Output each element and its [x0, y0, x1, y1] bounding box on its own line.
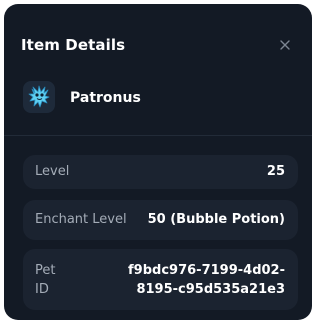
pet-id-row: Pet ID f9bdc976-7199-4d02-8195-c95d535a2… — [23, 249, 298, 310]
pet-id-label: Pet ID — [35, 263, 56, 297]
enchant-level-label: Enchant Level — [35, 212, 127, 227]
pet-id-value: f9bdc976-7199-4d02-8195-c95d535a21e3 — [128, 263, 285, 297]
enchant-level-row: Enchant Level 50 (Bubble Potion) — [23, 200, 298, 240]
section-divider — [4, 135, 312, 136]
patronus-pet-icon — [23, 81, 55, 113]
dialog-title: Item Details — [21, 36, 126, 54]
item-details-dialog: Item Details Patronus Level 25 Enchant L… — [4, 4, 312, 320]
level-row: Level 25 — [23, 155, 298, 189]
level-value: 25 — [266, 164, 285, 179]
level-label: Level — [35, 164, 70, 179]
pet-name: Patronus — [70, 90, 141, 106]
close-icon[interactable] — [278, 37, 292, 51]
enchant-level-value: 50 (Bubble Potion) — [147, 212, 285, 227]
